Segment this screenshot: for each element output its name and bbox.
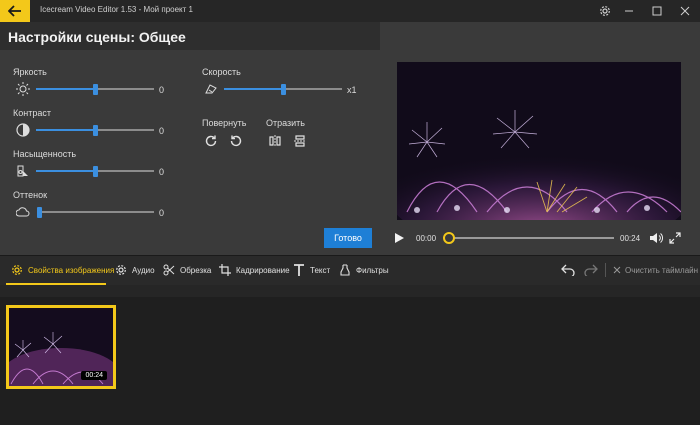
- slider-thumb[interactable]: [281, 84, 286, 95]
- page-title: Настройки сцены: Общее: [8, 29, 186, 45]
- scene-settings-panel: Настройки сцены: Общее: [0, 22, 380, 255]
- settings-button[interactable]: [592, 0, 618, 22]
- tab-trim[interactable]: Обрезка: [162, 262, 211, 278]
- slider-fill: [36, 170, 95, 172]
- timeline-ruler: [0, 285, 700, 297]
- slider-thumb[interactable]: [93, 125, 98, 136]
- rotate-label: Повернуть: [202, 118, 247, 128]
- rotate-left-button[interactable]: [227, 132, 245, 150]
- undo-icon: [561, 264, 575, 276]
- hue-value: 0: [159, 208, 165, 218]
- rotate-right-button[interactable]: [202, 132, 220, 150]
- speed-label: Скорость: [202, 67, 241, 77]
- close-icon: [612, 263, 622, 277]
- title-bar: Icecream Video Editor 1.53 - Мой проект …: [0, 0, 700, 22]
- contrast-icon: [15, 123, 31, 137]
- fireworks-image: [397, 62, 681, 220]
- crop-icon: [218, 263, 232, 277]
- flip-horizontal-button[interactable]: [266, 132, 284, 150]
- saturation-value: 0: [159, 167, 165, 177]
- done-button[interactable]: Готово: [324, 228, 372, 248]
- maximize-button[interactable]: [644, 0, 670, 22]
- tab-label: Текст: [310, 265, 331, 275]
- tab-label: Свойства изображения: [28, 265, 115, 275]
- rotate-counterclockwise-icon: [230, 135, 242, 147]
- back-button[interactable]: [0, 0, 30, 22]
- gear-icon: [10, 263, 24, 277]
- play-button[interactable]: [390, 229, 408, 247]
- contrast-value: 0: [159, 126, 165, 136]
- fullscreen-button[interactable]: [666, 229, 684, 247]
- tab-image-properties[interactable]: Свойства изображения: [10, 262, 114, 278]
- rotate-clockwise-icon: [205, 135, 217, 147]
- close-button[interactable]: [672, 0, 698, 22]
- flip-vertical-button[interactable]: [291, 132, 309, 150]
- slider-track: [39, 211, 154, 213]
- contrast-slider[interactable]: [36, 125, 154, 136]
- contrast-label: Контраст: [13, 108, 51, 118]
- arrow-left-icon: [8, 5, 21, 17]
- tab-audio[interactable]: Аудио: [114, 262, 155, 278]
- flip-vertical-icon: [294, 135, 306, 147]
- progress-track[interactable]: [448, 237, 614, 239]
- saturation-slider[interactable]: [36, 166, 154, 177]
- tab-label: Аудио: [132, 265, 155, 275]
- speed-slider[interactable]: [224, 84, 342, 95]
- brightness-icon: [15, 82, 31, 96]
- current-time: 00:00: [416, 234, 437, 243]
- tab-text[interactable]: Текст: [292, 262, 330, 278]
- brightness-slider[interactable]: [36, 84, 154, 95]
- saturation-label: Насыщенность: [13, 149, 77, 159]
- minimize-button[interactable]: [616, 0, 642, 22]
- hue-label: Оттенок: [13, 190, 48, 200]
- tab-crop[interactable]: Кадрирование: [218, 262, 290, 278]
- window-title: Icecream Video Editor 1.53 - Мой проект …: [40, 5, 193, 14]
- slider-thumb[interactable]: [93, 84, 98, 95]
- close-icon: [680, 6, 690, 16]
- slider-fill: [36, 88, 95, 90]
- clear-timeline-label: Очистить таймлайн: [625, 265, 699, 275]
- hue-slider[interactable]: [37, 207, 154, 218]
- speaker-icon: [650, 233, 663, 243]
- tab-label: Фильтры: [356, 265, 389, 275]
- minimize-icon: [625, 10, 633, 12]
- clip-duration-badge: 00:24: [81, 371, 107, 380]
- flip-horizontal-icon: [269, 135, 281, 147]
- hue-icon: [15, 205, 31, 219]
- slider-thumb[interactable]: [93, 166, 98, 177]
- slider-thumb[interactable]: [37, 207, 42, 218]
- maximize-icon: [652, 6, 662, 16]
- volume-button[interactable]: [647, 229, 665, 247]
- text-icon: [292, 263, 306, 277]
- duration-time: 00:24: [620, 234, 641, 243]
- redo-button[interactable]: [582, 261, 600, 279]
- undo-button[interactable]: [559, 261, 577, 279]
- slider-fill: [36, 129, 95, 131]
- settings-header: Настройки сцены: Общее: [0, 22, 380, 50]
- tab-label: Кадрирование: [236, 265, 290, 275]
- expand-icon: [669, 232, 681, 244]
- saturation-icon: [15, 164, 31, 178]
- clear-timeline-button[interactable]: Очистить таймлайн: [612, 262, 698, 278]
- audio-gear-icon: [114, 263, 128, 277]
- toolbar-divider: [605, 263, 606, 277]
- gear-icon: [600, 6, 610, 16]
- progress-thumb[interactable]: [443, 232, 455, 244]
- tab-filters[interactable]: Фильтры: [338, 262, 389, 278]
- timeline-clip[interactable]: 00:24: [6, 305, 116, 389]
- speed-icon: [203, 82, 219, 96]
- speed-value: x1: [347, 85, 357, 95]
- redo-icon: [584, 264, 598, 276]
- video-preview: [397, 62, 681, 220]
- brightness-label: Яркость: [13, 67, 47, 77]
- play-icon: [395, 233, 404, 243]
- filters-icon: [338, 263, 352, 277]
- tab-label: Обрезка: [180, 265, 212, 275]
- brightness-value: 0: [159, 85, 165, 95]
- slider-fill: [224, 88, 283, 90]
- mirror-label: Отразить: [266, 118, 305, 128]
- scissors-icon: [162, 263, 176, 277]
